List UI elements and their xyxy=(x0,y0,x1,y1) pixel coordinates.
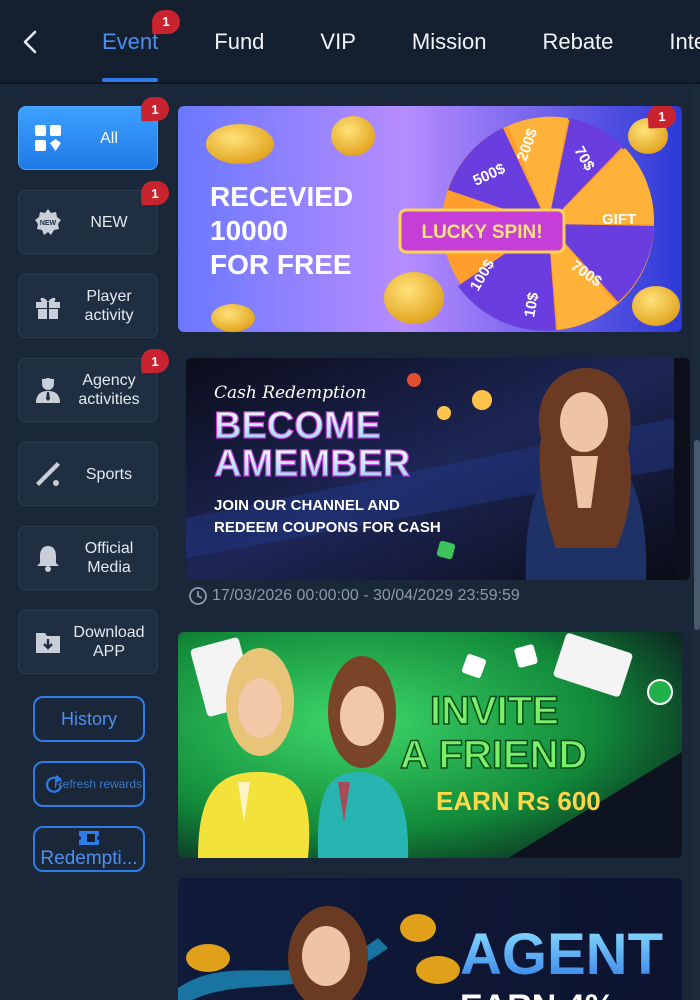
notification-badge: 1 xyxy=(140,348,170,374)
tab-event-label: Event xyxy=(102,29,159,54)
cash-redemption-script: Cash Redemption xyxy=(214,383,366,403)
tab-interest-label: Inte xyxy=(669,29,700,54)
sidebar-item-label: All xyxy=(100,129,118,147)
sidebar-item-label: Download APP xyxy=(73,624,145,660)
new-badge-icon: NEW xyxy=(27,201,69,243)
tab-strip: Event 1 Fund VIP Mission Rebate Inte xyxy=(102,0,700,84)
event-banner-agent[interactable]: AGENT EARN 4% xyxy=(178,878,682,1000)
ticket-icon xyxy=(79,830,99,845)
sidebar-item-label: Agency activities xyxy=(78,372,140,408)
sidebar-item-all[interactable]: All 1 xyxy=(18,96,170,170)
sidebar-item-label: Official Media xyxy=(84,540,134,576)
tab-event[interactable]: Event 1 xyxy=(102,0,181,84)
event-banner-become-member[interactable]: Cash Redemption BECOME AMEMBER JOIN OUR … xyxy=(186,358,690,580)
tab-fund[interactable]: Fund xyxy=(214,0,264,84)
wheel-segment-gift: GIFT xyxy=(602,211,636,228)
become-member-artwork: Cash Redemption BECOME AMEMBER JOIN OUR … xyxy=(186,358,674,580)
sidebar-item-new[interactable]: NEW NEW 1 xyxy=(18,180,170,254)
agent-title: AGENT xyxy=(460,922,663,987)
bat-ball-icon xyxy=(27,453,69,495)
tab-fund-label: Fund xyxy=(214,29,265,54)
history-label: History xyxy=(60,708,117,729)
become-title: BECOME xyxy=(214,405,381,447)
redeem-coupons-text: REDEEM COUPONS FOR CASH xyxy=(214,519,441,536)
apps-grid-icon xyxy=(27,117,69,159)
invite-friend-artwork: INVITE A FRIEND EARN Rs 600 xyxy=(178,632,682,858)
back-button[interactable] xyxy=(18,28,44,56)
tab-vip[interactable]: VIP xyxy=(320,0,355,84)
earn-rs-600-text: EARN Rs 600 xyxy=(436,786,601,816)
bell-icon xyxy=(27,537,69,579)
amember-title: AMEMBER xyxy=(214,443,410,485)
tab-interest[interactable]: Inte xyxy=(669,0,700,84)
lucky-spin-label: LUCKY SPIN! xyxy=(421,222,542,243)
sidebar-item-player-activity[interactable]: Player activity xyxy=(18,274,158,338)
svg-text:NEW: NEW xyxy=(40,220,57,227)
gift-box-icon xyxy=(27,285,69,327)
notification-badge: 1 xyxy=(647,106,677,129)
chevron-left-icon xyxy=(23,30,37,54)
a-friend-title: A FRIEND xyxy=(400,733,587,777)
notification-badge: 1 xyxy=(151,9,181,35)
invite-title: INVITE xyxy=(430,689,559,733)
scrollbar-thumb[interactable] xyxy=(694,440,700,630)
tab-mission[interactable]: Mission xyxy=(412,0,487,84)
redemption-button[interactable]: Redempti... xyxy=(33,826,145,872)
event-banner-invite-friend[interactable]: INVITE A FRIEND EARN Rs 600 xyxy=(178,632,682,858)
sidebar-item-sports[interactable]: Sports xyxy=(18,442,158,506)
sidebar-item-label: Player activity xyxy=(84,288,134,324)
banner-title-line2: 10000 xyxy=(210,215,288,246)
event-banner-lucky-spin[interactable]: RECEVIED 10000 FOR FREE 500$ 200$ 70$ GI… xyxy=(178,106,682,332)
refresh-icon xyxy=(45,775,63,793)
agent-artwork: AGENT EARN 4% xyxy=(178,878,682,1000)
sidebar-item-label: NEW xyxy=(90,213,128,231)
event-list: RECEVIED 10000 FOR FREE 500$ 200$ 70$ GI… xyxy=(172,86,700,1000)
banner-title-line3: FOR FREE xyxy=(210,249,352,280)
notification-badge: 1 xyxy=(140,180,170,206)
agent-person-icon xyxy=(27,369,69,411)
sidebar-item-agency[interactable]: Agency activities 1 xyxy=(18,348,170,422)
sidebar-item-download-app[interactable]: Download APP xyxy=(18,610,158,674)
download-folder-icon xyxy=(27,621,69,663)
event-time-text: 17/03/2026 00:00:00 - 30/04/2029 23:59:5… xyxy=(212,587,520,604)
event-time-range: 17/03/2026 00:00:00 - 30/04/2029 23:59:5… xyxy=(188,586,520,606)
redemption-label: Redempti... xyxy=(40,847,138,869)
notification-badge: 1 xyxy=(140,96,170,122)
tab-mission-label: Mission xyxy=(411,29,487,54)
tab-rebate[interactable]: Rebate xyxy=(542,0,613,84)
banner-title-line1: RECEVIED xyxy=(210,181,353,212)
refresh-rewards-label: Refresh rewards xyxy=(53,776,143,791)
tab-rebate-label: Rebate xyxy=(542,29,614,54)
sidebar-item-official-media[interactable]: Official Media xyxy=(18,526,158,590)
lucky-spin-artwork: RECEVIED 10000 FOR FREE 500$ 200$ 70$ GI… xyxy=(178,106,682,332)
history-button[interactable]: History xyxy=(33,696,145,742)
top-nav-bar: Event 1 Fund VIP Mission Rebate Inte xyxy=(0,0,700,84)
sidebar-item-label: Sports xyxy=(85,465,133,483)
earn-percent-text: EARN 4% xyxy=(460,988,615,1000)
refresh-rewards-button[interactable]: Refresh rewards xyxy=(33,761,145,807)
clock-icon xyxy=(189,587,207,605)
category-sidebar: All 1 NEW NEW 1 Player activity Agency a… xyxy=(0,86,172,1000)
tab-vip-label: VIP xyxy=(320,29,356,54)
join-channel-text: JOIN OUR CHANNEL AND xyxy=(214,497,400,514)
